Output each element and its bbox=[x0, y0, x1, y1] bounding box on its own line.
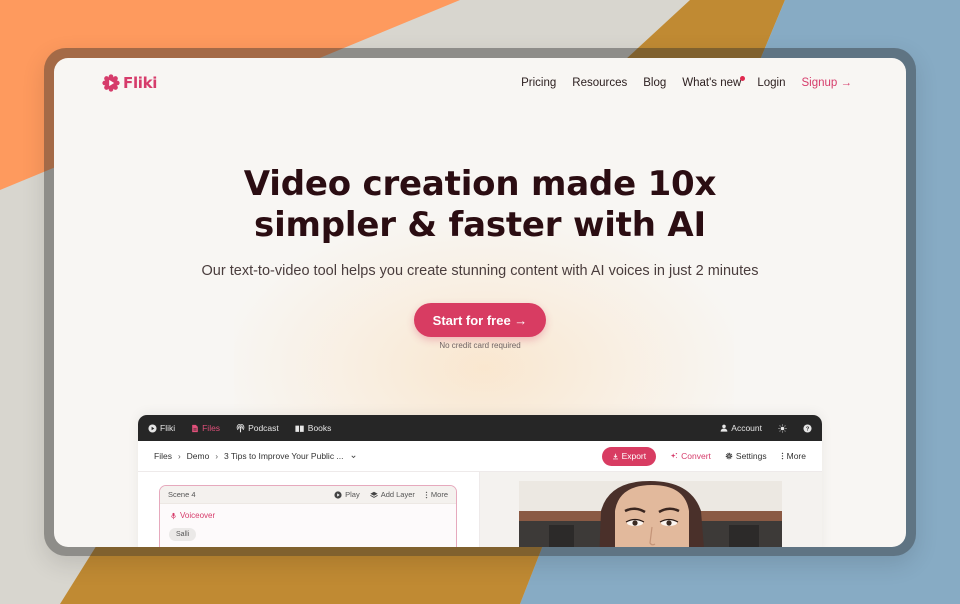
app-preview: Fliki Files Podcast Books Account ? File… bbox=[138, 415, 822, 547]
gear-icon bbox=[725, 452, 733, 460]
app-workspace: Scene 4 Play Add Layer More Voiceover Sa… bbox=[138, 472, 822, 547]
svg-text:?: ? bbox=[806, 426, 810, 432]
nav-blog[interactable]: Blog bbox=[643, 77, 666, 89]
add-layer-label: Add Layer bbox=[380, 490, 415, 499]
convert-label: Convert bbox=[681, 451, 711, 461]
toolbar-actions: Export Convert Settings More bbox=[601, 446, 806, 466]
app-tab-fliki[interactable]: Fliki bbox=[148, 423, 175, 433]
start-for-free-button[interactable]: Start for free → bbox=[414, 303, 546, 337]
landing-page: Fliki Pricing Resources Blog What's new … bbox=[54, 58, 906, 547]
more-vertical-icon bbox=[781, 452, 784, 460]
download-icon bbox=[612, 453, 619, 460]
scene-header: Scene 4 Play Add Layer More bbox=[160, 486, 456, 504]
export-label: Export bbox=[621, 451, 647, 461]
nav-whats-new-label: What's new bbox=[682, 77, 742, 89]
breadcrumb-current-file[interactable]: 3 Tips to Improve Your Public ... bbox=[224, 451, 344, 461]
hero-headline: Video creation made 10x simpler & faster… bbox=[54, 164, 906, 246]
more-label: More bbox=[786, 451, 806, 461]
scene-play-button[interactable]: Play bbox=[334, 490, 360, 499]
notification-dot bbox=[740, 76, 746, 81]
play-circle-icon bbox=[334, 490, 342, 499]
headline-line-2: simpler & faster with AI bbox=[254, 205, 706, 245]
sparkle-icon bbox=[670, 452, 678, 460]
account-label: Account bbox=[731, 423, 762, 433]
chevron-down-icon[interactable] bbox=[350, 453, 357, 460]
file-icon bbox=[191, 424, 199, 433]
nav-whats-new[interactable]: What's new bbox=[682, 76, 746, 89]
user-icon bbox=[720, 424, 728, 432]
breadcrumb: Files › Demo › 3 Tips to Improve Your Pu… bbox=[154, 451, 357, 461]
voice-chip[interactable]: Salli bbox=[169, 528, 197, 541]
add-layer-button[interactable]: Add Layer bbox=[369, 490, 415, 499]
sun-icon[interactable] bbox=[778, 423, 787, 433]
nav-pricing[interactable]: Pricing bbox=[521, 77, 556, 89]
app-tab-podcast-label: Podcast bbox=[248, 423, 279, 433]
headline-line-1: Video creation made 10x bbox=[243, 164, 717, 204]
microphone-icon bbox=[170, 512, 177, 520]
convert-button[interactable]: Convert bbox=[670, 451, 711, 461]
play-circle-icon bbox=[148, 423, 157, 433]
app-tab-podcast[interactable]: Podcast bbox=[236, 423, 279, 433]
nav-resources[interactable]: Resources bbox=[572, 77, 627, 89]
voiceover-label: Voiceover bbox=[180, 511, 216, 520]
scene-more-label: More bbox=[430, 490, 448, 499]
scene-title: Scene 4 bbox=[168, 490, 196, 499]
main-nav: Pricing Resources Blog What's new Login … bbox=[521, 76, 852, 89]
app-tab-fliki-label: Fliki bbox=[160, 423, 176, 433]
book-icon bbox=[295, 424, 305, 433]
scene-list-pane: Scene 4 Play Add Layer More Voiceover Sa… bbox=[138, 472, 479, 547]
nav-signup[interactable]: Signup → bbox=[801, 77, 852, 89]
layers-icon bbox=[369, 491, 378, 499]
scene-card[interactable]: Scene 4 Play Add Layer More Voiceover Sa… bbox=[159, 485, 457, 547]
app-tab-books-label: Books bbox=[307, 423, 332, 433]
voiceover-section[interactable]: Voiceover bbox=[170, 511, 215, 520]
settings-button[interactable]: Settings bbox=[725, 451, 767, 461]
preview-pane bbox=[479, 472, 822, 547]
scene-more-button[interactable]: More bbox=[425, 490, 448, 499]
app-tab-files[interactable]: Files bbox=[191, 423, 220, 433]
video-preview[interactable] bbox=[519, 481, 782, 547]
app-toolbar: Files › Demo › 3 Tips to Improve Your Pu… bbox=[138, 441, 822, 472]
video-thumbnail-person bbox=[519, 481, 782, 547]
app-tab-files-label: Files bbox=[202, 423, 221, 433]
chevron-right-icon: › bbox=[215, 451, 218, 461]
scene-play-label: Play bbox=[345, 490, 360, 499]
app-tab-books[interactable]: Books bbox=[295, 423, 332, 433]
settings-label: Settings bbox=[735, 451, 767, 461]
breadcrumb-demo[interactable]: Demo bbox=[187, 451, 210, 461]
more-button[interactable]: More bbox=[781, 451, 806, 461]
hero-subheadline: Our text-to-video tool helps you create … bbox=[201, 263, 759, 279]
nav-login[interactable]: Login bbox=[757, 77, 785, 89]
more-vertical-icon bbox=[425, 491, 428, 499]
app-topbar: Fliki Files Podcast Books Account ? bbox=[138, 415, 822, 441]
chevron-right-icon: › bbox=[177, 451, 181, 461]
no-credit-card-note: No credit card required bbox=[439, 341, 521, 350]
export-button[interactable]: Export bbox=[601, 446, 657, 466]
fliki-logo-icon bbox=[102, 74, 120, 92]
help-icon[interactable]: ? bbox=[803, 423, 812, 433]
account-button[interactable]: Account bbox=[720, 423, 762, 433]
breadcrumb-files[interactable]: Files bbox=[154, 451, 172, 461]
podcast-icon bbox=[236, 423, 245, 433]
logo-text: Fliki bbox=[123, 74, 158, 92]
fliki-logo[interactable]: Fliki bbox=[102, 74, 157, 92]
